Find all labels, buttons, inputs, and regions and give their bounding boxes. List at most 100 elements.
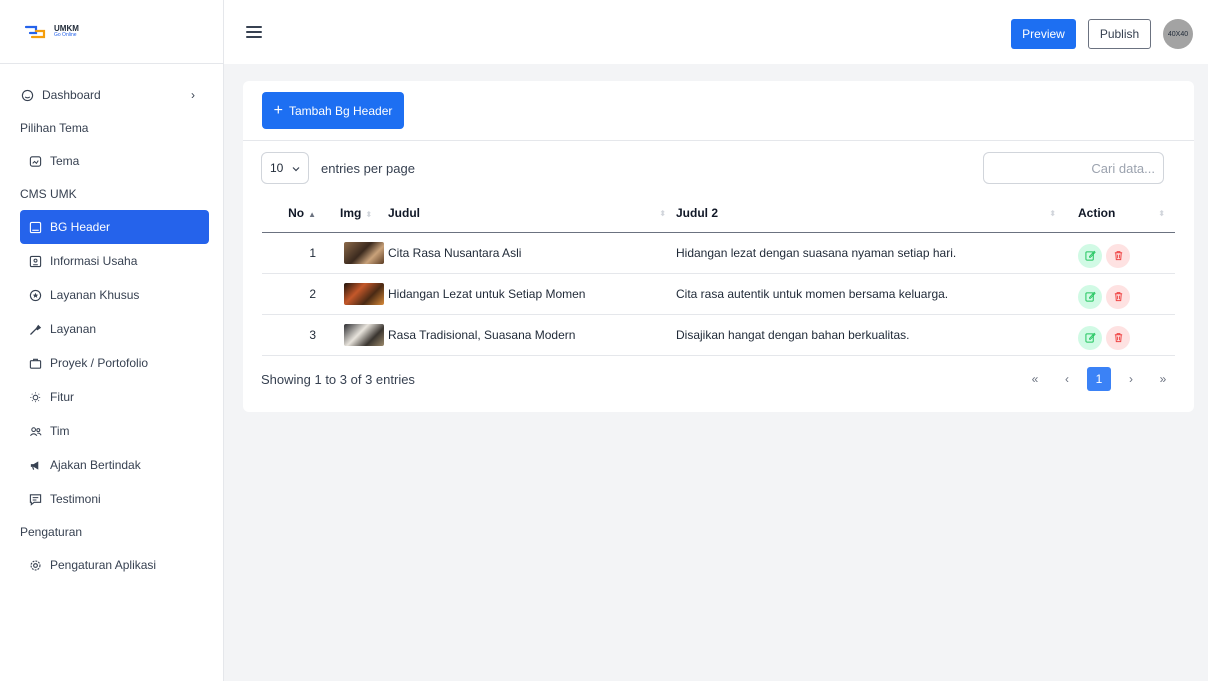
edit-icon xyxy=(1084,291,1096,302)
sidebar-item-proyek-portofolio[interactable]: Proyek / Portofolio xyxy=(20,346,209,380)
sidebar-item-pengaturan-aplikasi[interactable]: Pengaturan Aplikasi xyxy=(20,548,209,582)
sidebar-item-informasi-usaha[interactable]: Informasi Usaha xyxy=(20,244,209,278)
cell-judul: Rasa Tradisional, Suasana Modern xyxy=(384,314,676,356)
delete-button[interactable] xyxy=(1106,325,1130,350)
cell-judul-2: Cita rasa autentik untuk momen bersama k… xyxy=(676,273,1066,315)
edit-icon xyxy=(1084,250,1096,261)
sidebar-item-label: Layanan xyxy=(50,322,97,336)
cell-judul: Cita Rasa Nusantara Asli xyxy=(384,232,676,274)
edit-icon xyxy=(1084,332,1096,343)
plus-icon: + xyxy=(273,101,283,119)
entries-control: 10 entries per page xyxy=(261,152,415,184)
sidebar-item-label: Fitur xyxy=(50,390,74,404)
preview-button[interactable]: Preview xyxy=(1011,19,1076,49)
search-input[interactable] xyxy=(983,152,1164,184)
sidebar-item-ajakan-bertindak[interactable]: Ajakan Bertindak xyxy=(20,448,209,482)
publish-button[interactable]: Publish xyxy=(1088,19,1151,49)
app-logo[interactable]: UMKM Go Online xyxy=(24,24,79,40)
topbar: Preview Publish 40X40 xyxy=(224,0,1208,64)
column-header-img[interactable]: Img ⬍ xyxy=(328,195,384,233)
sidebar-item-label: Informasi Usaha xyxy=(50,254,138,268)
section-title-pengaturan: Pengaturan xyxy=(20,525,83,539)
id-card-icon xyxy=(28,254,42,268)
cell-judul-2: Disajikan hangat dengan bahan berkualita… xyxy=(676,314,1066,356)
trash-icon xyxy=(1114,292,1122,302)
sidebar-item-testimoni[interactable]: Testimoni xyxy=(20,482,209,516)
sidebar-item-label: Layanan Khusus xyxy=(50,288,140,302)
cell-judul: Hidangan Lezat untuk Setiap Momen xyxy=(384,273,676,315)
table-row: 1 Cita Rasa Nusantara Asli Hidangan leza… xyxy=(262,232,1175,274)
megaphone-icon xyxy=(28,458,42,472)
pagination-page-current[interactable]: 1 xyxy=(1087,367,1111,391)
column-header-no[interactable]: No ▲ xyxy=(262,195,328,233)
cell-no: 1 xyxy=(262,232,328,274)
palette-icon xyxy=(28,154,42,168)
row-thumbnail-image xyxy=(344,241,384,264)
sidebar-nav: Dashboard › Pilihan Tema Tema CMS UMK BG… xyxy=(0,64,223,582)
pagination-next[interactable]: › xyxy=(1119,367,1143,391)
pagination-first[interactable]: « xyxy=(1023,367,1047,391)
logo-subtext: Go Online xyxy=(54,32,77,38)
avatar[interactable]: 40X40 xyxy=(1163,19,1193,49)
sidebar-item-layanan[interactable]: Layanan xyxy=(20,312,209,346)
showing-entries-text: Showing 1 to 3 of 3 entries xyxy=(261,372,415,387)
sidebar-item-label: Testimoni xyxy=(50,492,101,506)
sidebar-item-layanan-khusus[interactable]: Layanan Khusus xyxy=(20,278,209,312)
add-button-label: Tambah Bg Header xyxy=(288,103,393,118)
column-header-action[interactable]: Action ⬍ xyxy=(1066,195,1175,233)
trash-icon xyxy=(1114,251,1122,261)
cell-judul-2: Hidangan lezat dengan suasana nyaman set… xyxy=(676,232,1066,274)
entries-value: 10 xyxy=(270,161,284,175)
sort-icon: ⬍ xyxy=(1158,209,1165,218)
add-bg-header-button[interactable]: + Tambah Bg Header xyxy=(262,92,404,129)
sidebar-item-label: Tim xyxy=(50,424,70,438)
briefcase-icon xyxy=(28,356,42,370)
section-title-cms-umk: CMS UMK xyxy=(20,187,77,201)
entries-label: entries per page xyxy=(321,160,415,176)
users-icon xyxy=(28,424,42,438)
sort-asc-icon: ▲ xyxy=(308,210,316,220)
row-thumbnail-image xyxy=(344,323,384,346)
pagination-prev[interactable]: ‹ xyxy=(1055,367,1079,391)
edit-button[interactable] xyxy=(1078,243,1102,268)
chevron-right-icon: › xyxy=(191,88,195,102)
bg-header-table: No ▲ Img ⬍ Judul ⬍ Judul 2 ⬍ Action ⬍ 1 Cita … xyxy=(262,195,1175,356)
logo-icon xyxy=(24,25,46,38)
pagination-last[interactable]: » xyxy=(1151,367,1175,391)
sidebar-item-label: Dashboard xyxy=(42,88,101,102)
sort-icon: ⬍ xyxy=(1049,209,1056,218)
sidebar-item-fitur[interactable]: Fitur xyxy=(20,380,209,414)
sidebar-item-bg-header[interactable]: BG Header xyxy=(20,210,209,244)
cell-no: 3 xyxy=(262,314,328,356)
lightbulb-icon xyxy=(28,390,42,404)
sidebar-item-dashboard[interactable]: Dashboard › xyxy=(20,78,209,112)
dashboard-icon xyxy=(20,88,34,102)
sidebar-item-label: Proyek / Portofolio xyxy=(50,356,149,370)
table-row: 2 Hidangan Lezat untuk Setiap Momen Cita… xyxy=(262,273,1175,315)
sidebar-item-label: Ajakan Bertindak xyxy=(50,458,141,472)
menu-toggle-icon[interactable] xyxy=(246,26,262,38)
logo-area: UMKM Go Online xyxy=(0,0,223,64)
delete-button[interactable] xyxy=(1106,243,1130,268)
sidebar: UMKM Go Online Dashboard › Pilihan Tema … xyxy=(0,0,224,681)
column-header-judul-2[interactable]: Judul 2 ⬍ xyxy=(676,195,1066,233)
image-icon xyxy=(28,220,42,234)
sidebar-item-label: Pengaturan Aplikasi xyxy=(50,558,157,572)
edit-button[interactable] xyxy=(1078,325,1102,350)
edit-button[interactable] xyxy=(1078,284,1102,309)
column-header-judul[interactable]: Judul ⬍ xyxy=(384,195,676,233)
bg-header-card: + Tambah Bg Header 10 entries per page N… xyxy=(243,81,1194,412)
chevron-down-icon xyxy=(292,161,300,175)
delete-button[interactable] xyxy=(1106,284,1130,309)
section-title-pilihan-tema: Pilihan Tema xyxy=(20,121,89,135)
sidebar-item-tim[interactable]: Tim xyxy=(20,414,209,448)
sidebar-item-tema[interactable]: Tema xyxy=(20,144,209,178)
table-row: 3 Rasa Tradisional, Suasana Modern Disaj… xyxy=(262,314,1175,356)
entries-per-page-select[interactable]: 10 xyxy=(261,152,309,184)
tools-icon xyxy=(28,322,42,336)
sort-icon: ⬍ xyxy=(659,209,666,218)
row-thumbnail-image xyxy=(344,282,384,305)
cell-no: 2 xyxy=(262,273,328,315)
trash-icon xyxy=(1114,333,1122,343)
gear-icon xyxy=(28,558,42,572)
